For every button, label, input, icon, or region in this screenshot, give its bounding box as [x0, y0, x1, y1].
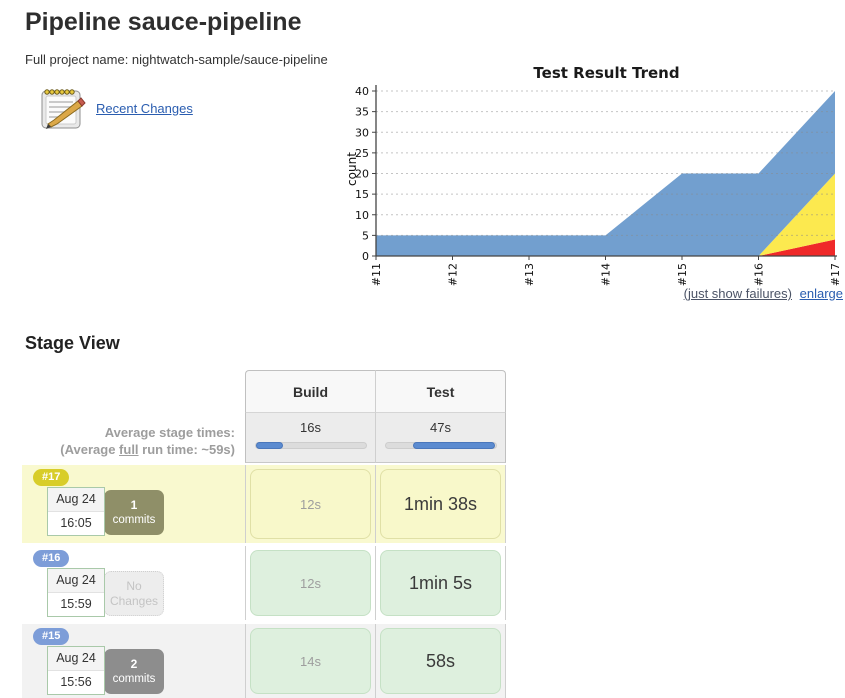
svg-text:15: 15: [355, 188, 369, 201]
build-badge-16[interactable]: #16: [33, 550, 69, 567]
run-info-16: #16 Aug 24 15:59 No Changes: [22, 546, 245, 620]
recent-changes-section: Recent Changes: [38, 84, 193, 132]
stage-duration: 14s: [300, 654, 321, 669]
stage-cell-test-17: 1min 38s: [375, 465, 506, 543]
stage-result-test-17[interactable]: 1min 38s: [380, 469, 501, 539]
svg-text:#16: #16: [753, 263, 766, 286]
build-progress-track: [255, 442, 367, 449]
run-time: 15:59: [48, 593, 104, 616]
build-badge-15[interactable]: #15: [33, 628, 69, 645]
stage-cell-build-16: 12s: [245, 546, 375, 620]
commit-count: 2: [131, 657, 138, 672]
no-changes-box-16: No Changes: [104, 571, 164, 616]
svg-text:30: 30: [355, 126, 369, 139]
commits-box-15[interactable]: 2 commits: [104, 649, 164, 694]
test-progress-track: [385, 442, 497, 449]
stage-view-heading: Stage View: [25, 333, 120, 354]
stage-result-test-15[interactable]: 58s: [380, 628, 501, 694]
run-datebox-15: Aug 24 15:56: [47, 646, 105, 695]
no-changes-line1: No: [126, 579, 141, 594]
stage-cell-build-17: 12s: [245, 465, 375, 543]
svg-text:10: 10: [355, 209, 369, 222]
average-label-line1: Average stage times:: [22, 424, 235, 441]
average-times-row: Average stage times: (Average full run t…: [22, 413, 506, 463]
stage-duration: 1min 38s: [404, 494, 477, 515]
stage-duration: 1min 5s: [409, 573, 472, 594]
stage-duration: 58s: [426, 651, 455, 672]
svg-text:#15: #15: [676, 263, 689, 286]
run-time: 16:05: [48, 512, 104, 535]
column-header-build: Build: [245, 370, 375, 413]
build-progress-fill: [256, 442, 284, 449]
stage-cell-test-16: 1min 5s: [375, 546, 506, 620]
svg-text:#11: #11: [370, 263, 383, 286]
test-progress-fill: [413, 442, 495, 449]
stage-result-build-15[interactable]: 14s: [250, 628, 371, 694]
stage-result-build-16[interactable]: 12s: [250, 550, 371, 616]
stage-result-build-17[interactable]: 12s: [250, 469, 371, 539]
run-row-16: #16 Aug 24 15:59 No Changes 12s 1min 5s: [22, 546, 506, 620]
stage-duration: 12s: [300, 576, 321, 591]
stage-result-test-16[interactable]: 1min 5s: [380, 550, 501, 616]
stage-cell-test-15: 58s: [375, 624, 506, 698]
recent-changes-link[interactable]: Recent Changes: [96, 101, 193, 116]
run-date: Aug 24: [48, 647, 104, 671]
build-badge-17[interactable]: #17: [33, 469, 69, 486]
svg-text:#14: #14: [600, 263, 613, 286]
average-build-time: 16s: [246, 420, 375, 435]
average-test-cell: 47s: [375, 413, 506, 463]
header-spacer: [22, 370, 245, 413]
column-header-test: Test: [375, 370, 506, 413]
no-changes-line2: Changes: [110, 594, 158, 609]
svg-text:0: 0: [362, 250, 369, 263]
page-title: Pipeline sauce-pipeline: [25, 8, 301, 37]
trend-area-chart: 0 5 10 15 20 25 30 35 40 #11 #12 #13 #14 #15 #16 #17: [340, 78, 845, 308]
average-label-line2: (Average full run time: ~59s): [22, 441, 235, 458]
run-date: Aug 24: [48, 569, 104, 593]
chart-links: (just show failures) enlarge: [684, 286, 843, 301]
run-info-17: #17 Aug 24 16:05 1 commits: [22, 465, 245, 543]
svg-text:40: 40: [355, 85, 369, 98]
commit-count: 1: [131, 498, 138, 513]
svg-text:5: 5: [362, 229, 369, 242]
run-row-17: #17 Aug 24 16:05 1 commits 12s 1min 38s: [22, 465, 506, 543]
commit-label: commits: [113, 513, 156, 528]
run-datebox-17: Aug 24 16:05: [47, 487, 105, 536]
svg-text:#12: #12: [447, 263, 460, 286]
stage-view-table: Build Test Average stage times: (Average…: [22, 370, 506, 698]
just-show-failures-link[interactable]: (just show failures): [684, 286, 792, 301]
stage-cell-build-15: 14s: [245, 624, 375, 698]
run-date: Aug 24: [48, 488, 104, 512]
commits-box-17[interactable]: 1 commits: [104, 490, 164, 535]
run-time: 15:56: [48, 671, 104, 694]
full-project-name: Full project name: nightwatch-sample/sau…: [25, 52, 328, 67]
test-result-trend-chart: Test Result Trend count 0510152025303540…: [340, 62, 845, 308]
commit-label: commits: [113, 672, 156, 687]
svg-text:35: 35: [355, 106, 369, 119]
average-times-label: Average stage times: (Average full run t…: [22, 413, 245, 463]
average-build-cell: 16s: [245, 413, 375, 463]
run-info-15: #15 Aug 24 15:56 2 commits: [22, 624, 245, 698]
run-row-15: #15 Aug 24 15:56 2 commits 14s 58s: [22, 624, 506, 698]
stage-duration: 12s: [300, 497, 321, 512]
full-run-link[interactable]: full: [119, 442, 139, 457]
svg-text:#17: #17: [829, 263, 842, 286]
svg-text:25: 25: [355, 147, 369, 160]
enlarge-link[interactable]: enlarge: [800, 286, 843, 301]
notepad-icon: [38, 84, 86, 132]
stage-header-row: Build Test: [22, 370, 506, 413]
average-test-time: 47s: [376, 420, 505, 435]
svg-text:20: 20: [355, 168, 369, 181]
svg-text:#13: #13: [523, 263, 536, 286]
run-datebox-16: Aug 24 15:59: [47, 568, 105, 617]
